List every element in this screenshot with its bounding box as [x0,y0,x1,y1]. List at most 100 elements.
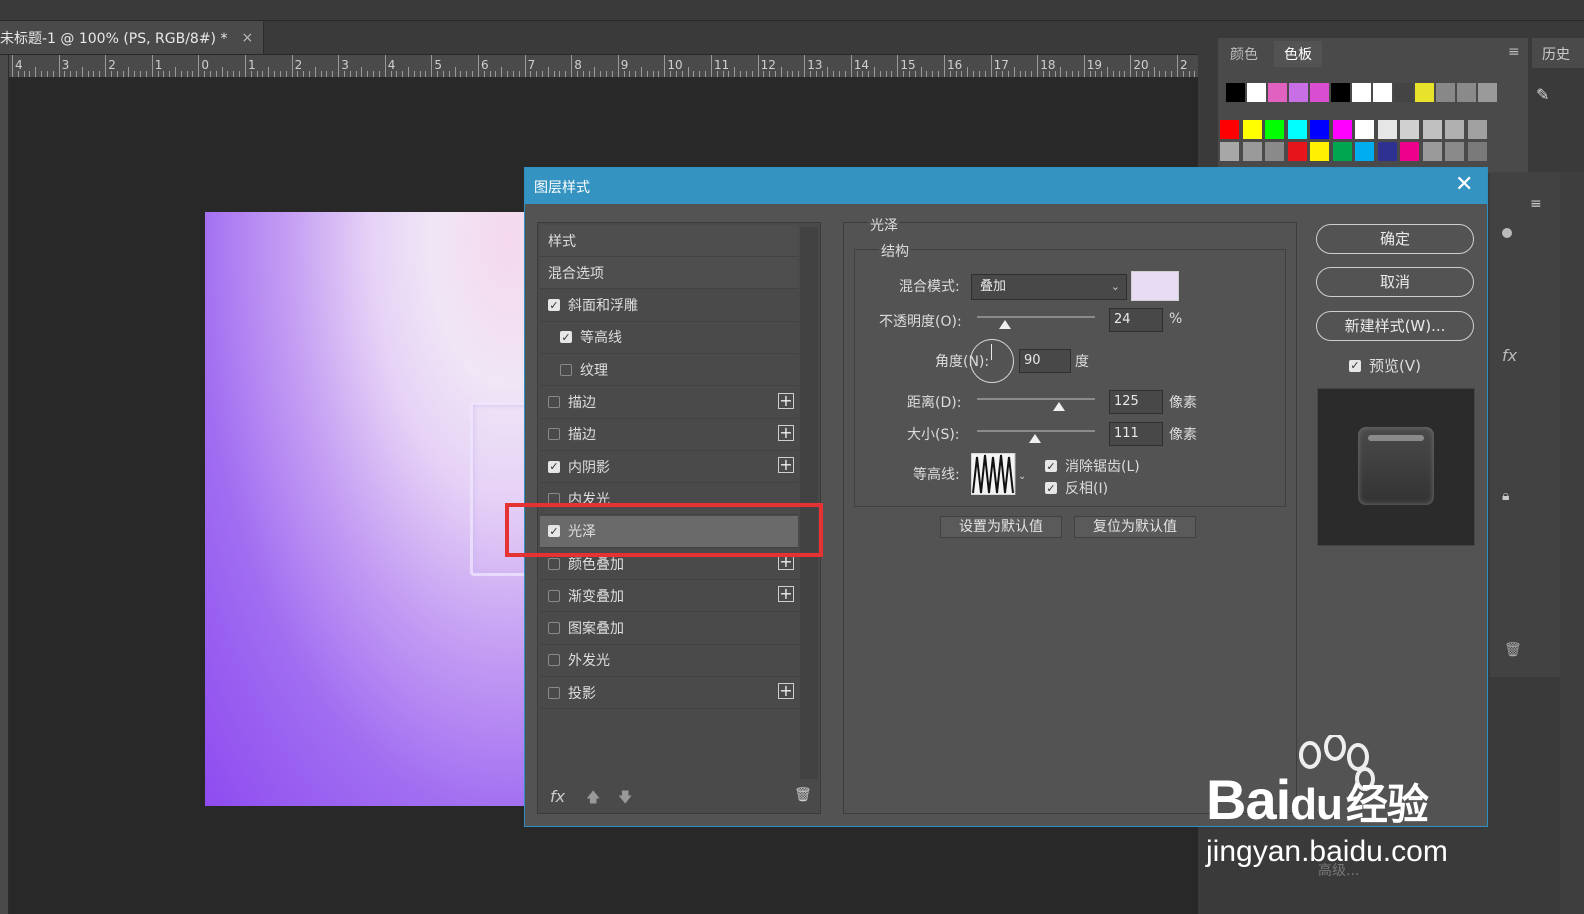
color-swatch[interactable] [1457,83,1476,102]
opacity-slider-thumb[interactable] [999,320,1012,329]
style-list-item[interactable]: 混合选项 [540,257,798,290]
style-list-item[interactable]: 投影 + [540,677,798,710]
antialias-checkbox[interactable]: ✓ 消除锯齿(L) [1045,456,1140,476]
close-icon[interactable]: × [241,30,253,46]
color-swatch[interactable] [1394,83,1413,102]
ok-button[interactable]: 确定 [1316,224,1474,254]
color-swatch[interactable] [1265,120,1284,139]
angle-dial[interactable] [970,339,1014,383]
set-default-button[interactable]: 设置为默认值 [940,516,1062,538]
brush-icon[interactable]: ✎ [1536,85,1549,104]
blend-color-swatch[interactable] [1131,271,1179,301]
move-up-icon[interactable]: 🡅 [586,787,600,811]
color-swatch[interactable] [1352,83,1371,102]
add-instance-icon[interactable]: + [778,683,794,700]
style-checkbox[interactable] [548,622,560,635]
add-instance-icon[interactable]: + [778,586,794,603]
distance-slider[interactable] [977,398,1095,400]
size-slider-thumb[interactable] [1029,434,1041,443]
color-swatch[interactable] [1310,120,1329,139]
new-style-button[interactable]: 新建样式(W)... [1316,311,1474,341]
color-swatch[interactable] [1310,83,1329,102]
reset-default-button[interactable]: 复位为默认值 [1074,516,1196,538]
fx-icon[interactable]: fx [1502,346,1517,365]
style-list-item[interactable]: ✓ 内阴影 + [540,451,798,484]
style-list-item[interactable]: 图案叠加 [540,613,798,645]
style-checkbox[interactable] [548,557,560,570]
style-checkbox[interactable] [548,396,560,408]
tab-swatches[interactable]: 色板 [1274,41,1322,67]
style-checkbox[interactable] [548,654,560,667]
visibility-dot-icon[interactable] [1502,228,1512,238]
style-list-item[interactable]: 纹理 [540,354,798,387]
color-swatch[interactable] [1247,83,1266,102]
style-list-item[interactable]: 样式 [540,225,798,257]
invert-checkbox[interactable]: ✓ 反相(I) [1045,478,1108,498]
color-swatch[interactable] [1242,120,1262,139]
opacity-field[interactable]: 24 [1109,308,1163,332]
color-swatch[interactable] [1400,120,1419,139]
size-slider[interactable] [977,430,1095,432]
style-list-item[interactable]: 描边 + [540,387,798,419]
color-swatch[interactable] [1377,142,1397,161]
distance-field[interactable]: 125 [1109,390,1163,414]
color-swatch[interactable] [1332,120,1352,139]
color-swatch[interactable] [1355,142,1374,161]
color-swatch[interactable] [1332,142,1352,161]
add-instance-icon[interactable]: + [778,424,794,441]
style-list-item[interactable]: 渐变叠加 + [540,580,798,613]
close-icon[interactable]: ✕ [1455,172,1473,197]
color-swatch[interactable] [1467,120,1487,139]
style-checkbox[interactable]: ✓ [548,299,560,312]
style-checkbox[interactable] [560,363,572,376]
style-list-item[interactable]: 外发光 [540,645,798,677]
style-checkbox[interactable] [548,589,560,602]
color-swatch[interactable] [1287,142,1307,161]
color-swatch[interactable] [1242,142,1262,161]
style-list-item[interactable]: 描边 + [540,419,798,451]
color-swatch[interactable] [1400,142,1419,161]
cancel-button[interactable]: 取消 [1316,267,1474,297]
opacity-slider[interactable] [977,316,1095,318]
style-checkbox[interactable] [548,686,560,699]
document-tab[interactable]: 未标题-1 @ 100% (PS, RGB/8#) * × [0,21,265,54]
color-swatch[interactable] [1436,83,1455,102]
add-instance-icon[interactable]: + [778,457,794,474]
tab-color[interactable]: 颜色 [1230,44,1258,64]
color-swatch[interactable] [1478,83,1497,102]
color-swatch[interactable] [1373,83,1392,102]
angle-field[interactable]: 90 [1019,349,1071,373]
color-swatch[interactable] [1220,120,1239,139]
history-tab[interactable]: 历史 [1532,38,1584,68]
contour-picker[interactable]: ⌄ [970,452,1029,496]
trash-icon[interactable]: 🗑︎ [1504,642,1522,658]
color-swatch[interactable] [1445,142,1464,161]
style-list-item[interactable]: ✓ 斜面和浮雕 [540,290,798,322]
panel-menu-icon[interactable]: ≡ [1508,44,1520,60]
distance-slider-thumb[interactable] [1053,402,1065,411]
preview-checkbox[interactable]: ✓ 预览(V) [1349,355,1421,376]
color-swatch[interactable] [1220,142,1239,161]
add-instance-icon[interactable]: + [778,392,794,409]
move-down-icon[interactable]: 🡇 [618,787,632,811]
fx-menu-icon[interactable]: fx [550,787,565,806]
style-list-item[interactable]: ✓ 等高线 [540,322,798,354]
color-swatch[interactable] [1422,120,1442,139]
lock-icon[interactable]: 🔒︎ [1502,488,1509,504]
color-swatch[interactable] [1265,142,1284,161]
style-checkbox[interactable]: ✓ [560,331,572,344]
color-swatch[interactable] [1289,83,1308,102]
blend-mode-select[interactable]: 叠加 ⌄ [971,274,1127,300]
style-checkbox[interactable]: ✓ [548,460,560,473]
color-swatch[interactable] [1226,83,1245,102]
color-swatch[interactable] [1467,142,1487,161]
trash-icon[interactable]: 🗑︎ [794,787,812,803]
color-swatch[interactable] [1377,120,1397,139]
color-swatch[interactable] [1331,83,1350,102]
color-swatch[interactable] [1422,142,1442,161]
style-checkbox[interactable] [548,428,560,441]
panel-menu-icon[interactable]: ≡ [1530,196,1542,212]
color-swatch[interactable] [1310,142,1329,161]
color-swatch[interactable] [1355,120,1374,139]
size-field[interactable]: 111 [1109,422,1163,446]
